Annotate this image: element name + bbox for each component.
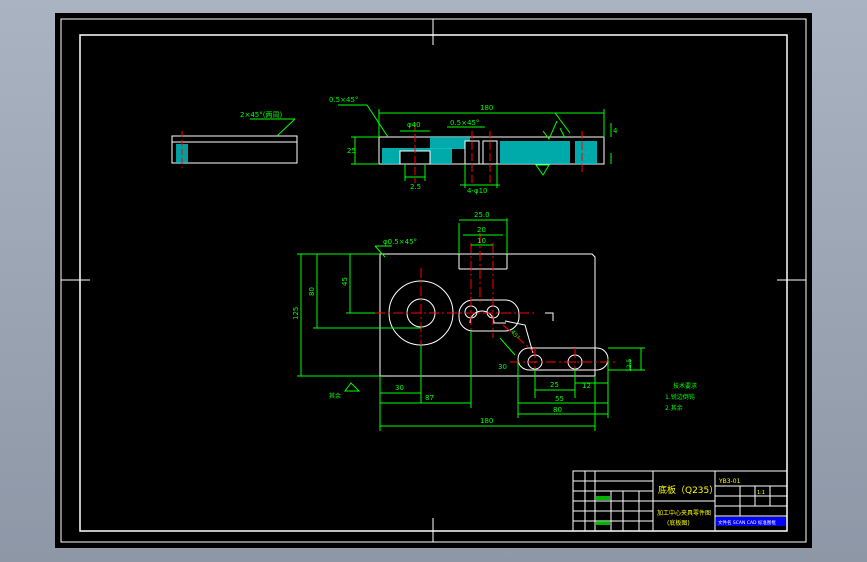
plan-overall-height: 125 — [292, 307, 300, 320]
plan-top-dim-2: 20 — [477, 226, 486, 234]
section-width-dim: 180 — [480, 104, 493, 112]
section-hole-note: 4-φ10 — [467, 187, 488, 195]
plan-slot-total: 80 — [553, 406, 562, 414]
section-chamfer-mid: 0.5×45° — [450, 119, 479, 127]
roughness-mark-icon — [542, 120, 558, 140]
part-name: 底板（Q235） — [658, 484, 718, 496]
section-chamfer-dim: 0.5×45° — [329, 96, 358, 104]
plan-left-offset: 30 — [395, 384, 404, 392]
plan-inner-height: 80 — [308, 287, 316, 296]
drawing-frame — [60, 18, 807, 543]
drawing-number: YB3-01 — [718, 478, 741, 485]
section-height-dim: 25 — [347, 147, 356, 155]
section-bore-dim: φ40 — [407, 121, 421, 129]
notes-line-1: 1.锐边倒钝 — [665, 393, 695, 401]
plan-center-offset: 45 — [341, 277, 349, 286]
scale-label: 1:1 — [757, 490, 765, 496]
side-plate-view: 2×45°(两周) — [171, 111, 298, 168]
stamp-text: 文件名 SCAN CAD 标准图框 — [718, 519, 776, 526]
drawing-subtitle: 加工中心夹具零件图 — [657, 509, 711, 517]
plan-bore-pos: 87 — [425, 394, 434, 402]
notes-title: 技术要求 — [673, 382, 697, 390]
drawing-subtitle-2: (底板图) — [667, 519, 690, 527]
cad-drawing: 2×45°(两周) 180 0.5×45° 0.5×45° φ40 25 4 2… — [60, 18, 807, 543]
section-step-dim: 4 — [613, 127, 618, 135]
plan-slot-pitch: 12 — [582, 382, 591, 390]
section-view: 180 0.5×45° 0.5×45° φ40 25 4 2.5 4-φ10 — [329, 96, 618, 195]
drawing-viewport[interactable]: 2×45°(两周) 180 0.5×45° 0.5×45° φ40 25 4 2… — [55, 13, 812, 548]
plan-slot-offset: 25 — [550, 381, 559, 389]
plan-slot-right: 12.5 — [626, 358, 633, 372]
plan-view: φ0.5×45° 25.0 20 10 125 80 45 30 87 180 … — [292, 211, 645, 431]
notes-line-2: 2.其余 — [665, 404, 683, 412]
plan-top-dim-3: 10 — [477, 237, 486, 245]
roughness-mark-icon — [535, 164, 550, 176]
plan-overall-width: 180 — [480, 417, 493, 425]
technical-notes: 技术要求 1.锐边倒钝 2.其余 — [665, 382, 697, 412]
side-chamfer-note: 2×45°(两周) — [240, 111, 282, 119]
plan-chamfer-note: φ0.5×45° — [383, 238, 417, 246]
plan-slot-height: 30 — [498, 363, 507, 371]
title-block: 底板（Q235） YB3-01 加工中心夹具零件图 (底板图) 1:1 文件名 … — [572, 470, 788, 532]
plan-slot-width: 55 — [555, 395, 564, 403]
plan-surface-note: 其余 — [329, 392, 341, 400]
plan-top-dim-1: 25.0 — [474, 211, 490, 219]
section-small-dim: 2.5 — [410, 183, 421, 191]
